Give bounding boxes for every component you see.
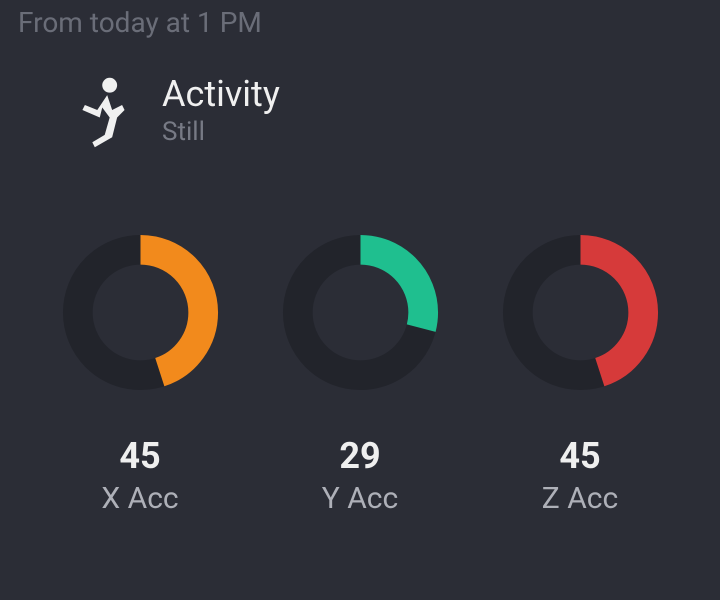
activity-status: Still [162, 117, 280, 147]
donut-chart-icon [58, 230, 223, 395]
activity-header: Activity Still [70, 75, 280, 154]
activity-title: Activity [162, 75, 280, 115]
gauge-value: 45 [559, 435, 600, 477]
timestamp-label: From today at 1 PM [18, 6, 262, 39]
gauge-value: 29 [339, 435, 380, 477]
gauge-label: Y Acc [322, 481, 398, 516]
gauge-x-acc: 45 X Acc [40, 230, 240, 516]
running-person-icon [70, 75, 132, 154]
gauge-z-acc: 45 Z Acc [480, 230, 680, 516]
donut-chart-icon [278, 230, 443, 395]
gauge-label: Z Acc [542, 481, 618, 516]
gauge-row: 45 X Acc 29 Y Acc 45 Z Acc [0, 230, 720, 516]
donut-chart-icon [498, 230, 663, 395]
gauge-label: X Acc [101, 481, 178, 516]
gauge-value: 45 [119, 435, 160, 477]
gauge-y-acc: 29 Y Acc [260, 230, 460, 516]
